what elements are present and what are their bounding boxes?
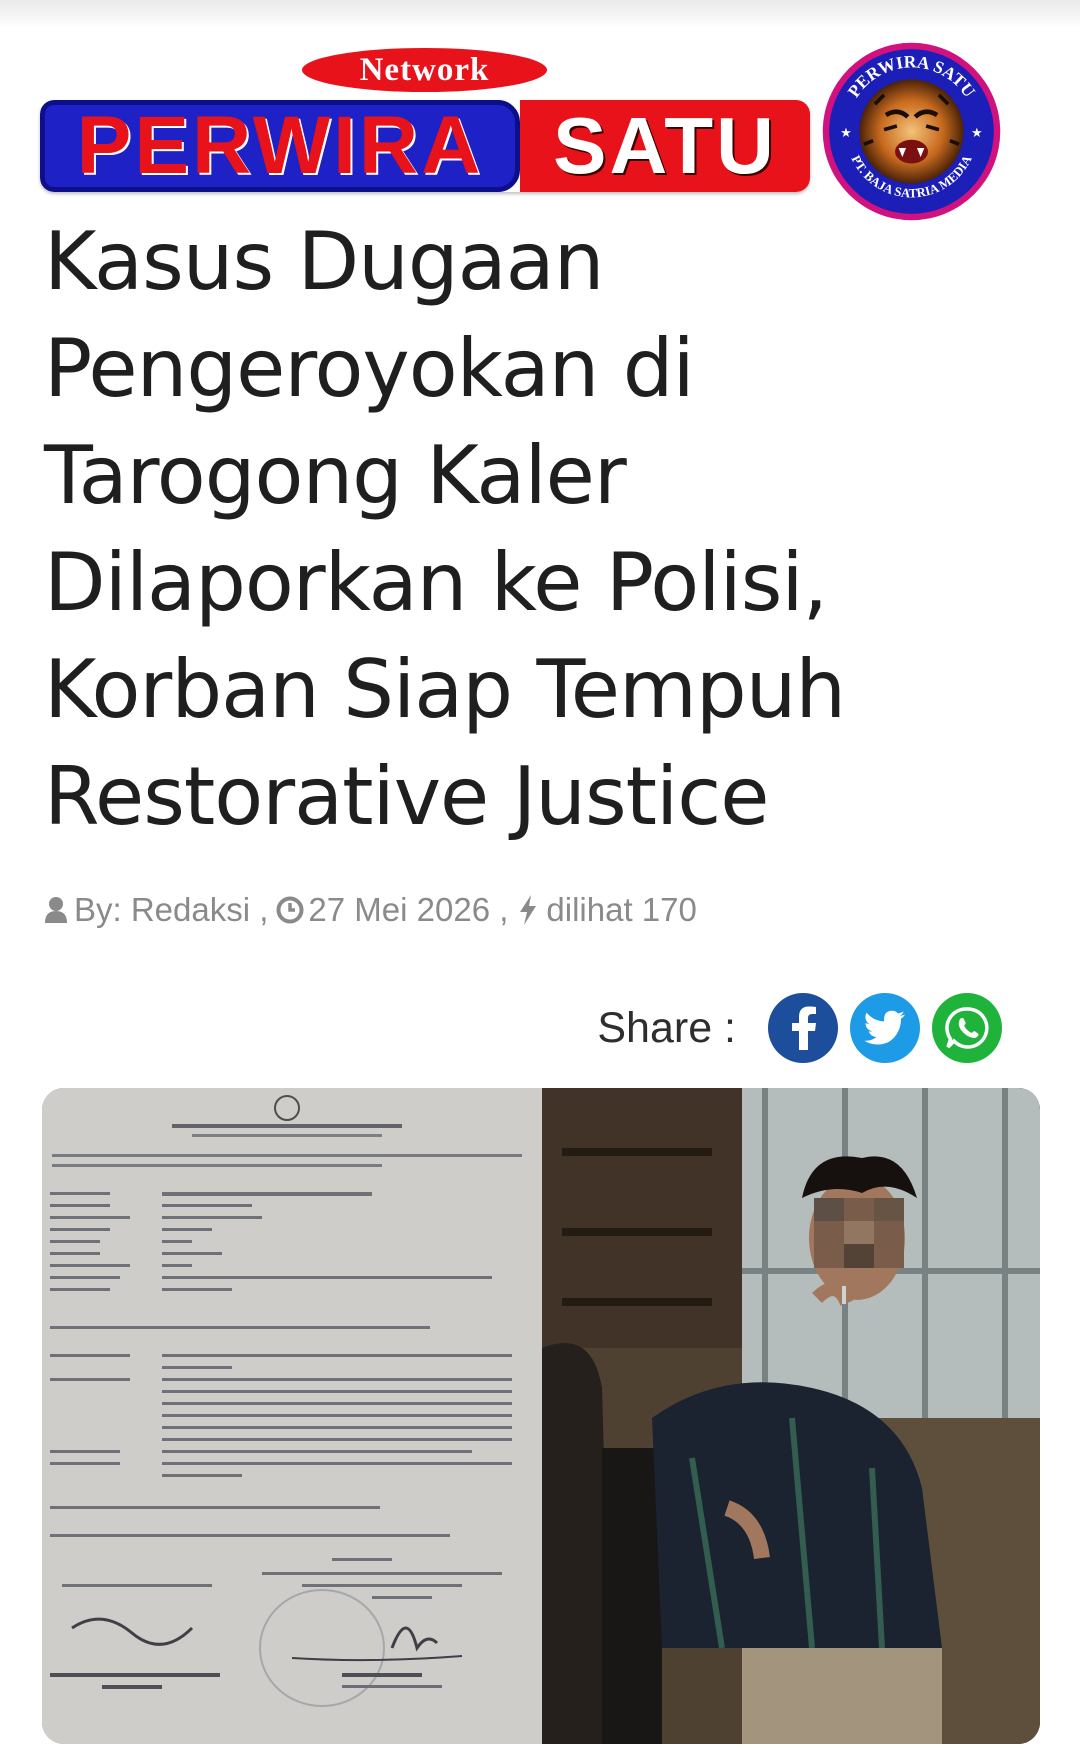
share-facebook-button[interactable] [768, 993, 838, 1063]
title-line: Korban Siap Tempuh [44, 643, 846, 736]
clock-icon [276, 893, 304, 927]
publish-date: 27 Mei 2026 , [308, 891, 509, 928]
logo-text-satu: SATU [520, 100, 810, 192]
bolt-icon [514, 893, 542, 927]
share-twitter-button[interactable] [850, 993, 920, 1063]
article-meta: By: Redaksi , 27 Mei 2026 , dilihat 170 [42, 884, 697, 936]
title-line: Pengeroyokan di [44, 322, 695, 415]
logo-text-perwira: PERWIRA [40, 100, 520, 192]
share-label: Share : [597, 1003, 736, 1052]
title-line: Kasus Dugaan [44, 215, 604, 308]
whatsapp-icon [945, 1007, 989, 1049]
article-featured-image[interactable] [42, 1088, 1040, 1744]
status-strip [0, 0, 1080, 28]
share-bar: Share : [597, 990, 1002, 1066]
share-whatsapp-button[interactable] [932, 993, 1002, 1063]
title-line: Restorative Justice [44, 750, 769, 843]
author-label[interactable]: By: Redaksi , [74, 891, 268, 929]
emblem-star-right: ★ [971, 125, 982, 140]
user-icon [42, 893, 70, 927]
title-line: Tarogong Kaler [44, 429, 627, 522]
police-report-document-photo [42, 1088, 542, 1744]
article-title: Kasus Dugaan Pengeroyokan di Tarogong Ka… [44, 208, 1024, 850]
facebook-icon [792, 1006, 816, 1050]
emblem-star-left: ★ [840, 125, 851, 140]
title-line: Dilaporkan ke Polisi, [44, 536, 828, 629]
site-logo[interactable]: Network PERWIRA SATU [40, 48, 810, 198]
victim-photo [542, 1088, 1040, 1744]
twitter-icon [864, 1010, 905, 1045]
tiger-emblem-logo: PERWIRA SATU PT. BAJA SATRIA MEDIA ★ ★ [822, 42, 1001, 221]
logo-wordmark: PERWIRA SATU [40, 100, 810, 192]
logo-network-badge: Network [302, 48, 547, 92]
view-count: dilihat 170 [546, 891, 697, 928]
